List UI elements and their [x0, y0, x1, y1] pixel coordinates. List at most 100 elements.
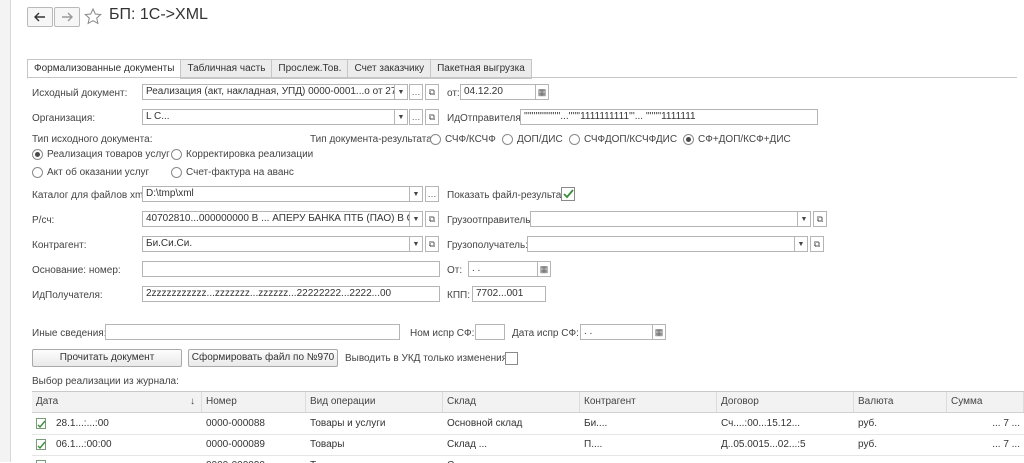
- radio-indicator: [171, 149, 182, 160]
- radio-res-sfdop[interactable]: СФ+ДОП/КСФ+ДИС: [683, 134, 791, 145]
- calendar-icon[interactable]: ▦: [652, 324, 666, 340]
- receiver-id-field[interactable]: 2zzzzzzzzzzz...zzzzzzz...zzzzzz...222222…: [142, 286, 440, 302]
- radio-res-schfdop[interactable]: СЧФДОП/КСЧФДИС: [569, 134, 677, 145]
- shipper-dropdown[interactable]: ▼: [797, 211, 811, 227]
- radio-src-advance[interactable]: Счет-фактура на аванс: [171, 167, 294, 178]
- cell-number: 0000-000089: [202, 434, 306, 455]
- account-field[interactable]: 40702810...000000000 В ... АПЕРУ БАНКА П…: [142, 211, 410, 227]
- col-warehouse[interactable]: Склад: [443, 392, 580, 412]
- counterparty-dropdown[interactable]: ▼: [409, 236, 423, 252]
- catalog-field[interactable]: D:\tmp\xml: [142, 186, 410, 202]
- radio-src-correction[interactable]: Корректировка реализации: [171, 149, 313, 160]
- result-type-label: Тип документа-результата:: [310, 134, 435, 145]
- org-label: Организация:: [32, 113, 95, 124]
- org-field[interactable]: L С...: [142, 109, 395, 125]
- cell-operation: Товары: [306, 434, 443, 455]
- cell-counterparty: Би....: [580, 413, 717, 434]
- basis-label: Основание: номер:: [32, 265, 121, 276]
- chevron-down-icon: ▼: [398, 89, 405, 96]
- basis-date-field[interactable]: . .: [468, 261, 538, 277]
- sender-id-field[interactable]: '''''''''''''''''''...''''''1111111111''…: [520, 109, 818, 125]
- counterparty-open-icon[interactable]: ⧉: [425, 236, 439, 252]
- chevron-down-icon: ▼: [413, 216, 420, 223]
- cell-contract: Сч....:00...15.12...: [717, 413, 854, 434]
- col-sum[interactable]: Сумма: [947, 392, 1024, 412]
- left-panel-strip: [0, 0, 11, 462]
- calendar-icon[interactable]: ▦: [535, 84, 549, 100]
- tab-table-part[interactable]: Табличная часть: [180, 59, 272, 79]
- catalog-browse-button[interactable]: …: [425, 186, 439, 202]
- read-document-button[interactable]: Прочитать документ: [32, 349, 182, 367]
- show-result-checkbox[interactable]: [561, 187, 575, 201]
- kpp-field[interactable]: 7702...001: [472, 286, 546, 302]
- cell-currency: руб.: [854, 434, 947, 455]
- fix-date-field[interactable]: . .: [580, 324, 653, 340]
- radio-res-schf[interactable]: СЧФ/КСЧФ: [430, 134, 496, 145]
- consignee-field[interactable]: [527, 236, 795, 252]
- org-select-button[interactable]: …: [409, 109, 423, 125]
- col-contract[interactable]: Договор: [717, 392, 854, 412]
- journal-table: Дата↓ Номер Вид операции Склад Контраген…: [32, 391, 1024, 463]
- table-row[interactable]: 06.1...:00:00 0000-000089 Товары Склад .…: [32, 434, 1024, 456]
- account-open-icon[interactable]: ⧉: [425, 211, 439, 227]
- radio-indicator: [569, 134, 580, 145]
- calendar-icon[interactable]: ▦: [537, 261, 551, 277]
- cell-date: 06.1...:00:00: [52, 434, 202, 455]
- chevron-down-icon: ▼: [798, 241, 805, 248]
- tab-batch-export[interactable]: Пакетная выгрузка: [430, 59, 532, 79]
- back-button[interactable]: [27, 7, 53, 27]
- from-date-field[interactable]: 04.12.20: [460, 84, 536, 100]
- consignee-dropdown[interactable]: ▼: [794, 236, 808, 252]
- chevron-down-icon: ▼: [413, 191, 420, 198]
- forward-arrow-icon: [61, 12, 73, 22]
- table-row[interactable]: 28.1...:...:00 0000-000088 Товары и услу…: [32, 413, 1024, 435]
- radio-src-advance-label: Счет-фактура на аванс: [186, 167, 294, 178]
- tab-strip: Формализованные документы Табличная част…: [27, 59, 531, 79]
- document-posted-icon: [36, 418, 48, 429]
- radio-src-sales[interactable]: Реализация товаров услуг: [32, 149, 170, 160]
- col-operation[interactable]: Вид операции: [306, 392, 443, 412]
- col-number[interactable]: Номер: [202, 392, 306, 412]
- back-arrow-icon: [34, 12, 46, 22]
- col-date[interactable]: Дата↓: [32, 392, 202, 412]
- radio-res-dop[interactable]: ДОП/ДИС: [502, 134, 563, 145]
- window-title: БП: 1С->XML: [109, 6, 208, 24]
- shipper-field[interactable]: [530, 211, 798, 227]
- shipper-open-icon[interactable]: ⧉: [813, 211, 827, 227]
- ukd-checkbox[interactable]: [505, 352, 518, 365]
- cell-warehouse: Склад ...: [443, 434, 580, 455]
- col-currency[interactable]: Валюта: [854, 392, 947, 412]
- org-open-icon[interactable]: ⧉: [425, 109, 439, 125]
- other-label: Иные сведения:: [32, 328, 106, 339]
- forward-button[interactable]: [54, 7, 80, 27]
- tab-invoice[interactable]: Счет заказчику: [347, 59, 431, 79]
- basis-from-label: От:: [447, 265, 462, 276]
- cell-currency: руб.: [854, 413, 947, 434]
- source-doc-select-button[interactable]: …: [409, 84, 423, 100]
- radio-res-schfdop-label: СЧФДОП/КСЧФДИС: [584, 134, 677, 145]
- ukd-label: Выводить в УКД только изменения:: [345, 353, 510, 364]
- tab-tracking[interactable]: Прослеж.Тов.: [271, 59, 348, 79]
- source-doc-open-icon[interactable]: ⧉: [425, 84, 439, 100]
- consignee-open-icon[interactable]: ⧉: [810, 236, 824, 252]
- org-dropdown[interactable]: ▼: [394, 109, 408, 125]
- basis-number-field[interactable]: [142, 261, 440, 277]
- counterparty-field[interactable]: Би.Си.Си.: [142, 236, 410, 252]
- source-doc-field[interactable]: Реализация (акт, накладная, УПД) 0000-00…: [142, 84, 395, 100]
- generate-file-button[interactable]: Сформировать файл по №970: [188, 349, 338, 367]
- radio-indicator: [502, 134, 513, 145]
- radio-src-act[interactable]: Акт об оказании услуг: [32, 167, 149, 178]
- col-counterparty[interactable]: Контрагент: [580, 392, 717, 412]
- account-dropdown[interactable]: ▼: [409, 211, 423, 227]
- tab-formal-docs[interactable]: Формализованные документы: [27, 59, 181, 79]
- cell-number: 0000-000088: [202, 413, 306, 434]
- show-result-label: Показать файл-результат:: [447, 190, 568, 201]
- catalog-dropdown[interactable]: ▼: [409, 186, 423, 202]
- source-doc-dropdown[interactable]: ▼: [394, 84, 408, 100]
- fix-num-field[interactable]: [475, 324, 505, 340]
- source-doc-label: Исходный документ:: [32, 88, 127, 99]
- kpp-label: КПП:: [447, 290, 470, 301]
- other-field[interactable]: [105, 324, 400, 340]
- fix-date-label: Дата испр СФ:: [512, 328, 579, 339]
- star-outline-icon[interactable]: [84, 8, 102, 25]
